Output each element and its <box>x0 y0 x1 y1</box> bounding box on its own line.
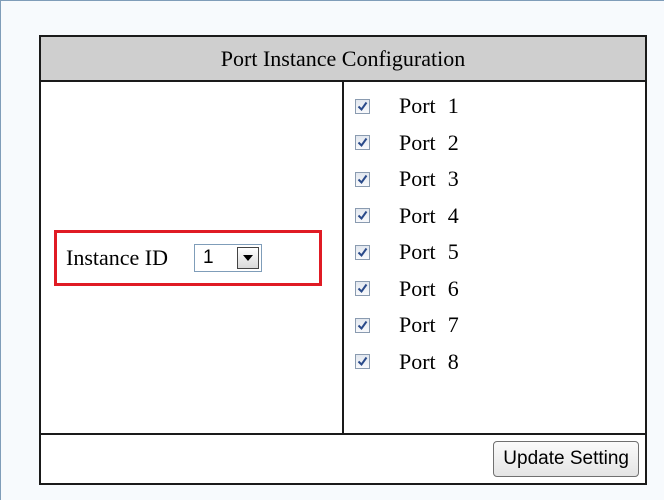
port-number: 5 <box>447 239 459 265</box>
port-label: Port <box>399 129 436 155</box>
checkmark-icon <box>357 211 368 221</box>
port-label: Port <box>399 239 436 265</box>
instance-highlight-box: Instance ID 1 <box>54 229 322 286</box>
port-row: Port 6 <box>344 271 645 308</box>
port-checkbox[interactable] <box>355 208 370 224</box>
update-setting-button[interactable]: Update Setting <box>493 441 639 477</box>
port-row: Port 8 <box>344 344 645 381</box>
checkmark-icon <box>357 320 368 330</box>
instance-cell: Instance ID 1 <box>39 80 344 435</box>
panel-title: Port Instance Configuration <box>39 35 647 82</box>
footer-cell: Update Setting <box>39 433 647 485</box>
port-number: 6 <box>447 275 459 301</box>
port-label: Port <box>399 93 436 119</box>
checkmark-icon <box>357 357 368 367</box>
ports-cell: Port 1 Port 2 Port 3 Port 4 Port 5 Port 6 Port 7 Port 8 <box>342 80 647 435</box>
instance-id-value: 1 <box>203 246 214 268</box>
port-number: 3 <box>447 166 459 192</box>
port-label: Port <box>399 348 436 374</box>
checkmark-icon <box>357 101 368 111</box>
ports-list: Port 1 Port 2 Port 3 Port 4 Port 5 Port 6 Port 7 Port 8 <box>344 82 645 380</box>
port-checkbox[interactable] <box>355 354 370 370</box>
port-row: Port 5 <box>344 234 645 271</box>
port-row: Port 3 <box>344 161 645 198</box>
port-label: Port <box>399 166 436 192</box>
port-row: Port 2 <box>344 125 645 162</box>
port-checkbox[interactable] <box>355 171 370 187</box>
instance-id-select[interactable]: 1 <box>194 243 263 272</box>
port-row: Port 1 <box>344 88 645 125</box>
port-label: Port <box>399 202 436 228</box>
chevron-down-icon[interactable] <box>237 246 260 269</box>
checkmark-icon <box>357 284 368 294</box>
port-number: 2 <box>447 129 459 155</box>
checkmark-icon <box>357 247 368 257</box>
checkmark-icon <box>357 174 368 184</box>
port-label: Port <box>399 275 436 301</box>
port-checkbox[interactable] <box>355 135 370 151</box>
port-checkbox[interactable] <box>355 317 370 333</box>
port-number: 1 <box>447 93 459 119</box>
port-checkbox[interactable] <box>355 244 370 260</box>
page-frame: Port Instance Configuration Instance ID … <box>0 0 664 500</box>
port-checkbox[interactable] <box>355 98 370 114</box>
port-number: 4 <box>447 202 459 228</box>
port-instance-config-table: Port Instance Configuration Instance ID … <box>39 35 647 485</box>
port-row: Port 7 <box>344 307 645 344</box>
port-number: 7 <box>447 312 459 338</box>
port-row: Port 4 <box>344 198 645 235</box>
port-checkbox[interactable] <box>355 281 370 297</box>
instance-id-label: Instance ID <box>66 244 169 270</box>
port-number: 8 <box>447 348 459 374</box>
port-label: Port <box>399 312 436 338</box>
checkmark-icon <box>357 138 368 148</box>
